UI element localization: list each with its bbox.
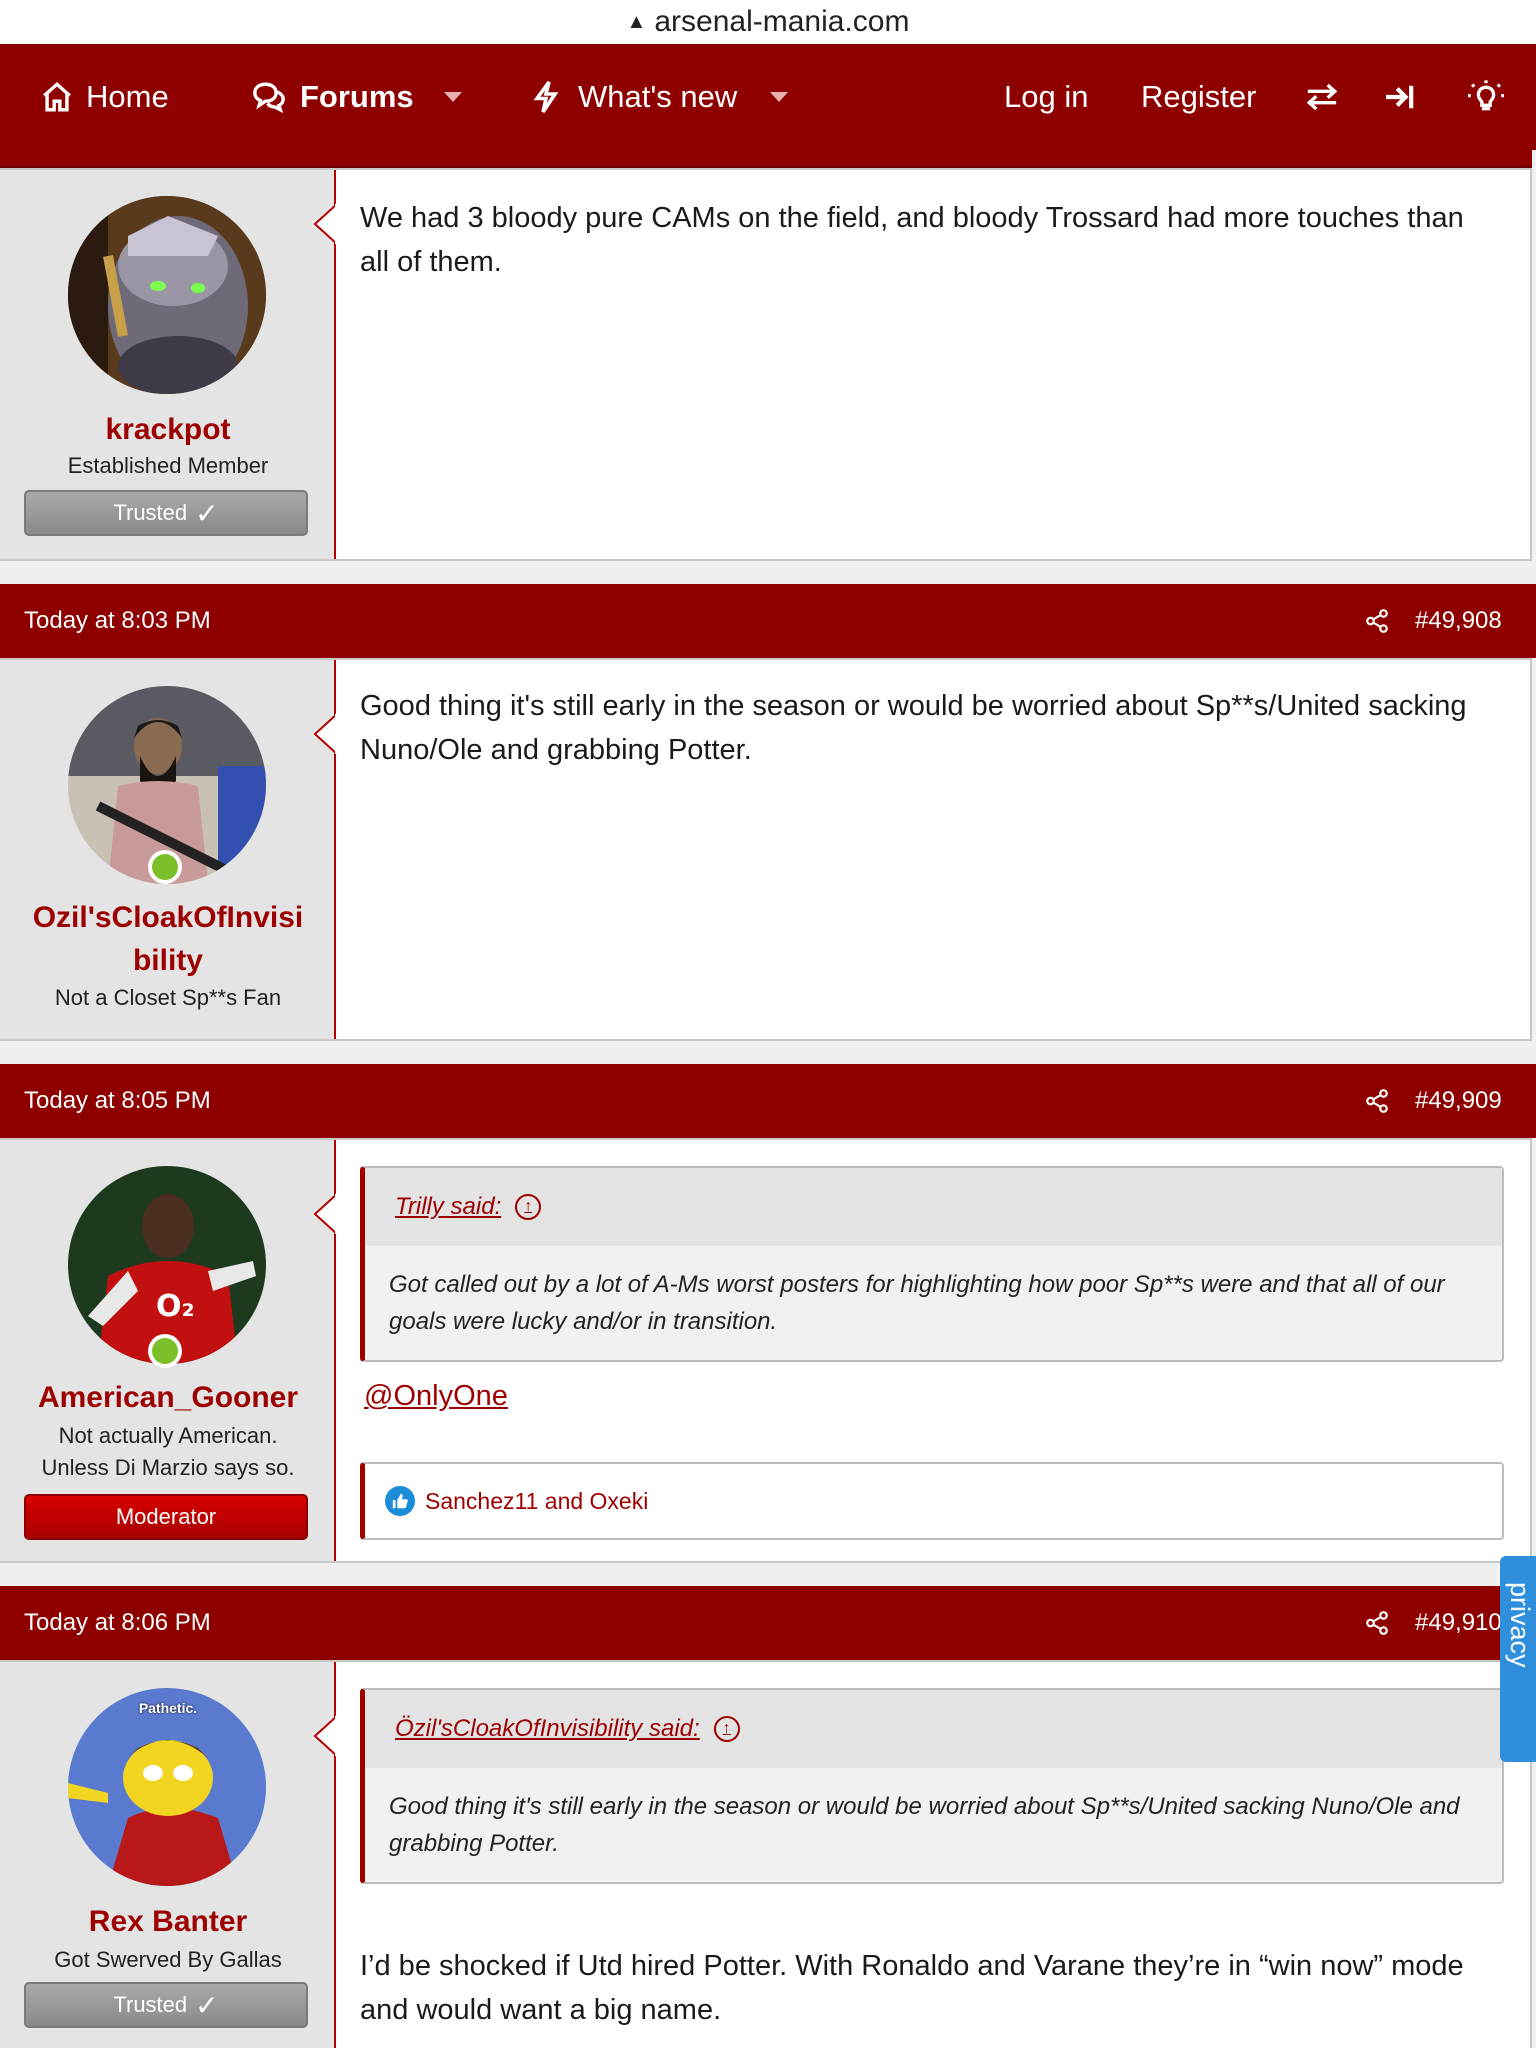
quote-header[interactable]: Özil'sCloakOfInvisibility said: ↑ (365, 1690, 1502, 1768)
checkmark-icon: ✓ (195, 497, 219, 529)
badge-label: Moderator (115, 1504, 217, 1529)
login-link[interactable]: Log in (1004, 44, 1088, 150)
user-title: Established Member (67, 453, 269, 478)
browser-url: arsenal-mania.com (654, 5, 910, 38)
online-indicator-icon (148, 1334, 182, 1368)
quote-author: Özil'sCloakOfInvisibility said: (395, 1715, 700, 1742)
nav-bottom-edge (0, 150, 1532, 168)
share-icon[interactable] (1364, 608, 1390, 634)
nav-home-label: Home (86, 79, 169, 114)
post-krackpot: krackpot Established Member Trusted ✓ We… (0, 168, 1532, 561)
nav-home[interactable]: Home (40, 44, 169, 150)
post-american-gooner: O₂ American_Gooner Not actually American… (0, 1138, 1532, 1563)
post-header: Today at 8:03 PM #49,908 (0, 584, 1536, 658)
user-column: Pathetic. Rex Banter Got Swerved By Gall… (0, 1662, 336, 2048)
browser-url-bar[interactable]: ▲ arsenal-mania.com (0, 0, 1536, 44)
avatar-creature-image (68, 196, 266, 394)
username[interactable]: Ozil'sCloakOfInvisi bility (0, 896, 336, 982)
username[interactable]: Rex Banter (0, 1900, 336, 1943)
lightning-bolt-icon (533, 80, 559, 113)
post-date[interactable]: Today at 8:05 PM (24, 1087, 211, 1115)
quote-author: Trilly said: (395, 1193, 502, 1220)
message-arrow (313, 204, 337, 244)
arrow-to-right-icon (1386, 85, 1414, 109)
user-title: Got Swerved By Gallas (54, 1947, 282, 1972)
online-indicator-icon (148, 850, 182, 884)
privacy-label: privacy (1505, 1582, 1535, 1668)
username[interactable]: krackpot (0, 408, 336, 451)
user-title: Not a Closet Sp**s Fan (54, 985, 282, 1010)
message-body: We had 3 bloody pure CAMs on the field, … (360, 202, 1464, 278)
quote-block: Trilly said: ↑ Got called out by a lot o… (360, 1166, 1504, 1362)
message-arrow (313, 1194, 337, 1234)
swap-arrows-icon (1306, 83, 1338, 111)
nav-forums-label: Forums (300, 79, 414, 114)
quote-block: Özil'sCloakOfInvisibility said: ↑ Good t… (360, 1688, 1504, 1884)
forums-dropdown-toggle[interactable] (444, 44, 462, 150)
reactions-label[interactable]: Sanchez11 and Oxeki (425, 1488, 648, 1515)
lock-icon: ▲ (626, 10, 647, 33)
post-date[interactable]: Today at 8:06 PM (24, 1609, 211, 1637)
nav-whats-new-label: What's new (578, 79, 738, 114)
svg-text:O₂: O₂ (156, 1289, 195, 1324)
quote-text: Good thing it's still early in the seaso… (389, 1793, 1460, 1857)
reactions-bar[interactable]: Sanchez11 and Oxeki (360, 1462, 1504, 1540)
post-rex-banter: Pathetic. Rex Banter Got Swerved By Gall… (0, 1660, 1532, 2048)
quote-header[interactable]: Trilly said: ↑ (365, 1168, 1502, 1246)
message-body: Good thing it's still early in the seaso… (360, 690, 1467, 766)
username-line-2: bility (132, 944, 203, 977)
nav-whats-new[interactable]: What's new (532, 44, 737, 150)
message-arrow (313, 1716, 337, 1756)
checkmark-icon: ✓ (195, 1989, 219, 2021)
top-navigation: Home Forums What's new Log in Register (0, 44, 1536, 150)
post-ozils-cloak: Ozil'sCloakOfInvisi bility Not a Closet … (0, 658, 1532, 1041)
user-title-line-2: Unless Di Marzio says so. (41, 1455, 295, 1480)
post-header: Today at 8:06 PM #49,910 (0, 1586, 1536, 1660)
home-icon (43, 81, 71, 112)
chevron-down-icon (770, 92, 788, 102)
avatar-caption: Pathetic. (138, 1700, 198, 1716)
avatar[interactable] (68, 196, 266, 394)
switch-style-button[interactable] (1305, 44, 1339, 150)
message-arrow (313, 714, 337, 754)
username[interactable]: American_Gooner (0, 1376, 336, 1419)
lightbulb-icon (1468, 80, 1504, 111)
user-title: Not actually American. Unless Di Marzio … (0, 1420, 336, 1484)
thumbs-up-icon (385, 1486, 415, 1516)
privacy-tab[interactable]: privacy (1500, 1556, 1536, 1762)
moderator-badge: Moderator (24, 1494, 308, 1540)
post-date[interactable]: Today at 8:03 PM (24, 607, 211, 635)
share-icon[interactable] (1364, 1088, 1390, 1114)
post-number[interactable]: #49,908 (1415, 607, 1502, 635)
chat-bubbles-icon (253, 82, 285, 114)
theme-toggle-button[interactable] (1466, 44, 1506, 150)
trusted-badge: Trusted ✓ (24, 490, 308, 536)
trusted-badge: Trusted ✓ (24, 1982, 308, 2028)
user-title-line-1: Not actually American. (58, 1423, 278, 1448)
post-header: Today at 8:05 PM #49,909 (0, 1064, 1536, 1138)
user-column: O₂ American_Gooner Not actually American… (0, 1140, 336, 1561)
whats-new-dropdown-toggle[interactable] (770, 44, 788, 150)
post-number[interactable]: #49,909 (1415, 1087, 1502, 1115)
user-column: krackpot Established Member Trusted ✓ (0, 170, 336, 559)
arrow-up-circle-icon[interactable]: ↑ (713, 1716, 740, 1742)
login-shortcut-button[interactable] (1384, 44, 1416, 150)
badge-label: Trusted (113, 500, 188, 525)
login-label: Log in (1004, 79, 1089, 114)
message-body: I’d be shocked if Utd hired Potter. With… (360, 1950, 1464, 2026)
user-mention-link[interactable]: @OnlyOne (364, 1380, 508, 1413)
username-line-1: Ozil'sCloakOfInvisi (32, 901, 304, 934)
nav-forums[interactable]: Forums (250, 44, 414, 150)
chevron-down-icon (444, 92, 462, 102)
register-label: Register (1141, 79, 1257, 114)
register-link[interactable]: Register (1141, 44, 1256, 150)
user-column: Ozil'sCloakOfInvisi bility Not a Closet … (0, 660, 336, 1039)
share-icon[interactable] (1364, 1610, 1390, 1636)
quote-text: Got called out by a lot of A-Ms worst po… (389, 1271, 1445, 1335)
arrow-up-circle-icon[interactable]: ↑ (515, 1194, 542, 1220)
post-number[interactable]: #49,910 (1415, 1609, 1502, 1637)
badge-label: Trusted (113, 1992, 188, 2017)
